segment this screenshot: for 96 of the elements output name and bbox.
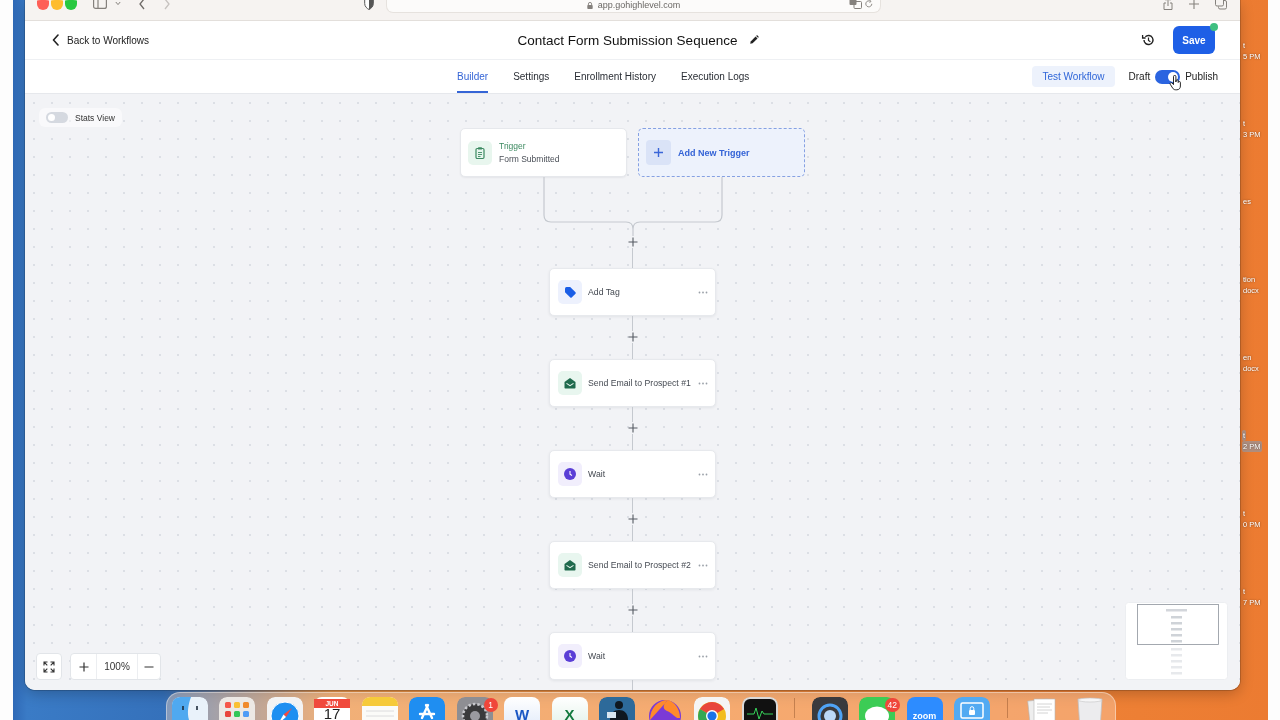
hand-cursor-icon [1169, 75, 1182, 91]
clock-icon [558, 644, 582, 668]
action-node[interactable]: Send Email to Prospect #1 [549, 359, 716, 407]
shield-icon[interactable] [364, 0, 374, 10]
notepad-icon[interactable] [361, 697, 398, 720]
face-icon[interactable] [171, 697, 208, 720]
screen-lock-icon[interactable] [954, 697, 990, 720]
tab[interactable]: Enrollment History [574, 60, 656, 93]
compass-icon[interactable] [266, 697, 303, 720]
action-label: Send Email to Prospect #2 [588, 560, 692, 570]
plus-icon [646, 140, 671, 165]
stats-view-toggle[interactable] [46, 112, 68, 123]
expand-icon [43, 660, 55, 673]
publish-label: Publish [1185, 71, 1218, 82]
more-icon[interactable] [698, 563, 708, 567]
translate-icon[interactable] [849, 0, 862, 9]
trigger-node[interactable]: Trigger Form Submitted [460, 128, 627, 177]
tab[interactable]: Settings [513, 60, 550, 93]
clipboard-icon [468, 140, 492, 165]
zoom-level: 100% [96, 654, 138, 679]
chevron-down-icon[interactable] [115, 1, 121, 6]
address-text: app.gohighlevel.com [597, 0, 681, 10]
trigger-type-label: Trigger [499, 141, 527, 151]
app-tile[interactable]: X [551, 697, 588, 720]
connector-line [632, 407, 633, 422]
status-dot-icon [1210, 23, 1218, 31]
share-icon[interactable] [1163, 0, 1173, 10]
plus-icon[interactable] [626, 331, 639, 343]
sidebar-icon[interactable] [93, 0, 107, 9]
app-logo-text: zoom [912, 712, 937, 720]
app-tile[interactable]: zoom [906, 697, 943, 720]
flame-globe-icon[interactable] [646, 697, 683, 720]
action-node[interactable]: Wait [549, 632, 716, 680]
pencil-icon[interactable] [749, 35, 760, 45]
workflow-title: Contact Form Submission Sequence [517, 32, 738, 48]
reader-silhouette-icon[interactable] [599, 697, 635, 720]
envelope-icon [558, 553, 582, 577]
stats-view-label: Stats View [75, 112, 115, 123]
more-icon[interactable] [698, 290, 708, 294]
plus-icon[interactable] [626, 422, 639, 434]
connector-line [632, 616, 633, 632]
action-node[interactable]: Add Tag [549, 268, 716, 316]
action-label: Wait [588, 469, 607, 479]
chevron-left-icon[interactable] [139, 0, 145, 10]
tabs-icon[interactable] [1215, 0, 1227, 10]
connector-line [632, 343, 633, 359]
window-zoom-button[interactable] [65, 0, 77, 10]
back-link[interactable]: Back to Workflows [52, 34, 150, 46]
address-field[interactable]: app.gohighlevel.com [386, 0, 881, 13]
reload-icon[interactable] [865, 0, 873, 8]
plus-icon[interactable] [626, 513, 639, 525]
connector-line [632, 680, 633, 690]
connector-line [632, 498, 633, 513]
action-label: Send Email to Prospect #1 [588, 378, 692, 388]
more-icon[interactable] [698, 654, 708, 658]
action-label: Add Tag [588, 287, 621, 297]
minus-icon [144, 665, 154, 668]
lock-icon [586, 1, 593, 9]
gear-icon[interactable] [456, 697, 493, 720]
add-trigger-button[interactable]: Add New Trigger [638, 128, 805, 177]
tag-icon [558, 280, 582, 304]
connector-line [632, 434, 633, 450]
envelope-icon [558, 371, 582, 395]
plus-icon[interactable] [1189, 0, 1199, 10]
connector-line [632, 248, 633, 268]
app-grid-icon[interactable] [219, 697, 255, 720]
fit-view-button[interactable] [36, 653, 62, 680]
app-logo-text: W [514, 710, 530, 720]
connector-line [632, 525, 633, 541]
clock-icon [558, 462, 582, 486]
history-icon[interactable] [1141, 33, 1155, 47]
app-tile[interactable]: W [504, 697, 540, 720]
draft-label: Draft [1128, 71, 1151, 82]
connector-line [632, 316, 633, 331]
calendar-day: 17 [323, 708, 341, 720]
lens-icon[interactable] [811, 697, 848, 720]
test-workflow-button[interactable]: Test Workflow [1032, 66, 1115, 87]
plus-icon [78, 661, 89, 672]
speech-bubble-icon[interactable] [859, 697, 895, 720]
action-node[interactable]: Wait [549, 450, 716, 498]
tab[interactable]: Execution Logs [681, 60, 750, 93]
more-icon[interactable] [698, 381, 708, 385]
save-button[interactable]: Save [1173, 26, 1215, 54]
window-close-button[interactable] [37, 0, 49, 10]
trigger-event-label: Form Submitted [499, 154, 560, 164]
plus-icon[interactable] [626, 604, 639, 616]
chevron-left-icon [52, 34, 59, 46]
action-label: Wait [588, 651, 607, 661]
plus-icon[interactable] [626, 236, 639, 248]
graph-monitor-icon[interactable] [741, 697, 778, 720]
more-icon[interactable] [698, 472, 708, 476]
minimap[interactable] [1125, 602, 1228, 680]
app-logo-text: X [564, 710, 575, 720]
connector-line [632, 589, 633, 604]
action-node[interactable]: Send Email to Prospect #2 [549, 541, 716, 589]
tools-icon[interactable] [409, 697, 445, 720]
